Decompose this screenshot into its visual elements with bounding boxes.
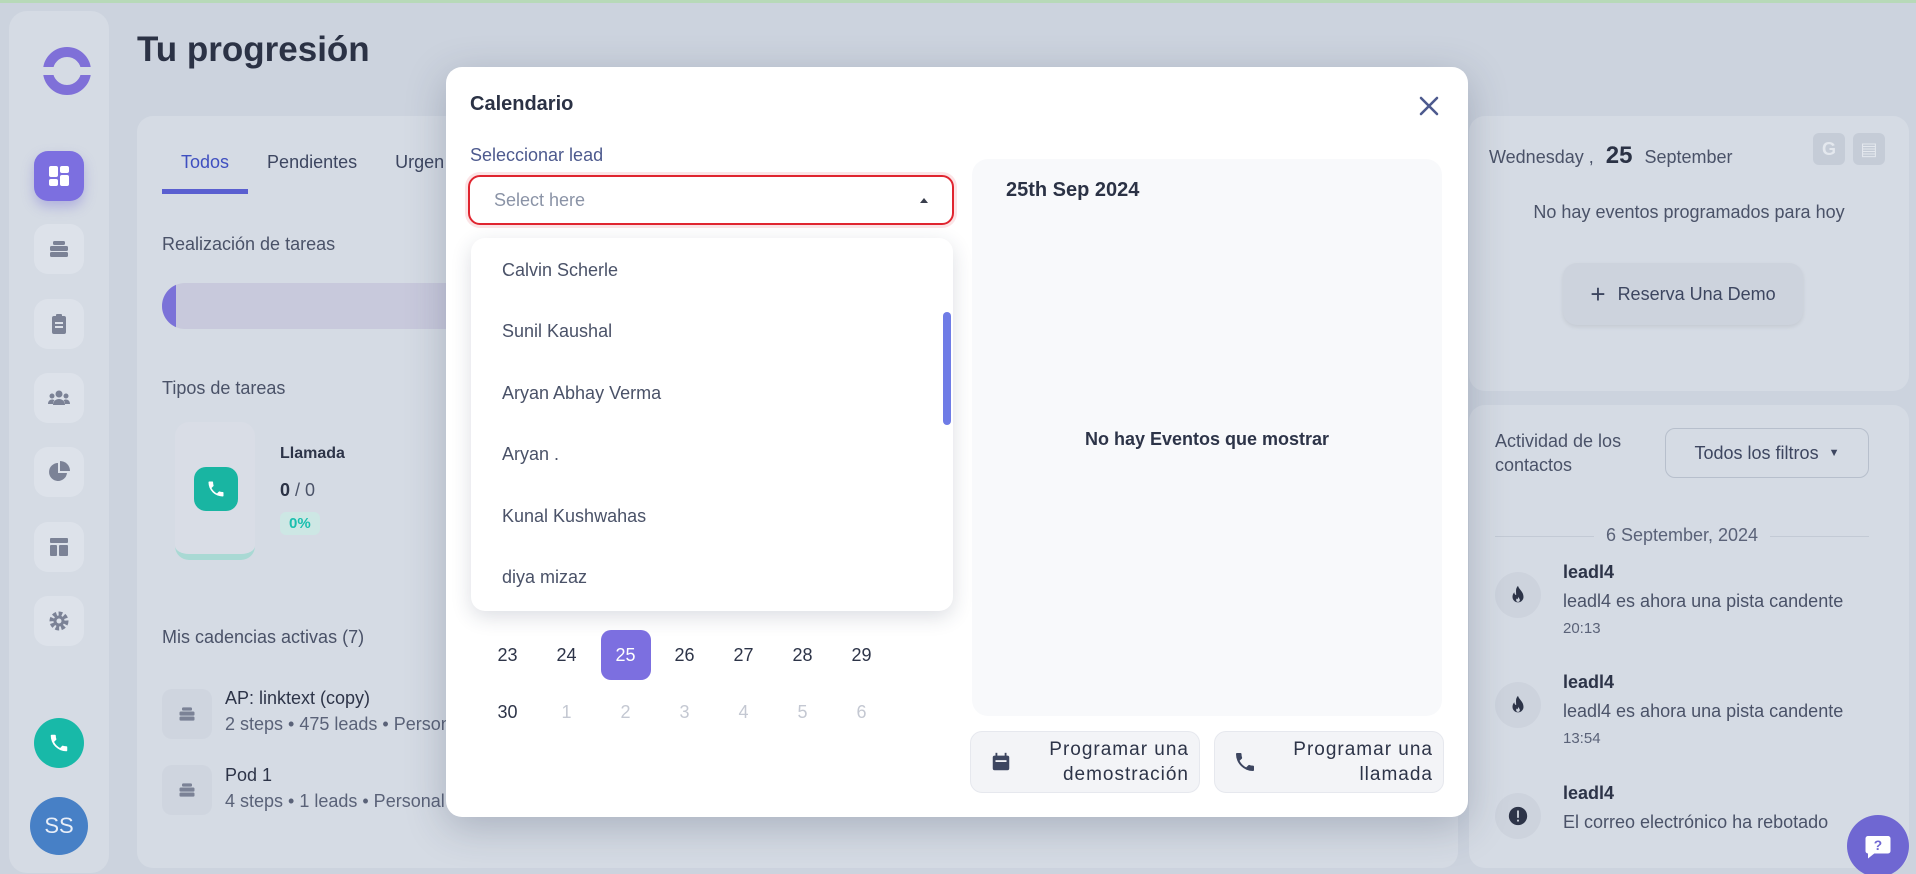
activity-contact: leadl4 bbox=[1563, 783, 1615, 803]
app-logo[interactable] bbox=[41, 47, 93, 95]
phone-icon bbox=[194, 467, 238, 511]
calendar-day[interactable]: 26 bbox=[655, 630, 714, 680]
day-events-panel: 25th Sep 2024 No hay Eventos que mostrar bbox=[972, 159, 1442, 716]
cadence-name[interactable]: AP: linktext (copy) bbox=[225, 688, 370, 709]
lead-option[interactable]: diya mizaz bbox=[502, 567, 587, 588]
cadence-name[interactable]: Pod 1 bbox=[225, 765, 272, 786]
lead-select-placeholder: Select here bbox=[494, 189, 586, 210]
phone-call-button[interactable] bbox=[34, 718, 84, 768]
no-events-text: No hay Eventos que mostrar bbox=[1084, 429, 1330, 449]
lead-select-label: Seleccionar lead bbox=[470, 145, 604, 165]
activity-title: Actividad de los contactos bbox=[1495, 431, 1622, 475]
activity-contact: leadl4 bbox=[1563, 562, 1615, 582]
calendar-day[interactable]: 24 bbox=[537, 630, 596, 680]
calendar-day-outside[interactable]: 1 bbox=[537, 687, 596, 737]
sidebar: SS bbox=[9, 11, 109, 873]
avatar[interactable]: SS bbox=[30, 797, 88, 855]
caret-up-icon bbox=[920, 198, 928, 203]
calendar-day-outside[interactable]: 3 bbox=[655, 687, 714, 737]
calendar-day[interactable]: 27 bbox=[714, 630, 773, 680]
lead-option[interactable]: Aryan . bbox=[502, 444, 559, 465]
calendar-day[interactable]: 28 bbox=[773, 630, 832, 680]
top-border bbox=[0, 0, 1916, 3]
task-tabs: Todos Pendientes Urgen bbox=[162, 152, 463, 194]
schedule-demo-button[interactable]: Programar una demostración bbox=[970, 731, 1200, 793]
dropdown-scrollbar[interactable] bbox=[943, 312, 951, 425]
date-separator: 6 September, 2024 bbox=[1495, 525, 1869, 546]
lead-option[interactable]: Sunil Kaushal bbox=[502, 321, 612, 342]
filters-label: Todos los filtros bbox=[1694, 442, 1819, 463]
lead-option[interactable]: Aryan Abhay Verma bbox=[502, 383, 661, 404]
calendar-day-outside[interactable]: 4 bbox=[714, 687, 773, 737]
today-events-panel: Wednesday , 25 September G ▤ No hay evento… bbox=[1469, 116, 1909, 391]
calendar-day[interactable]: 23 bbox=[478, 630, 537, 680]
calendar-week: 23 24 25 26 27 28 29 bbox=[478, 630, 891, 680]
calendar-modal: Calendario Seleccionar lead Select here … bbox=[446, 67, 1468, 817]
activity-time: 13:54 bbox=[1563, 730, 1601, 747]
tab-pendientes[interactable]: Pendientes bbox=[248, 152, 376, 194]
plus-icon: + bbox=[1590, 279, 1606, 309]
events-date: 25th Sep 2024 bbox=[1006, 179, 1140, 201]
phone-icon bbox=[1215, 750, 1275, 774]
calendar-week: 30 1 2 3 4 5 6 bbox=[478, 687, 891, 737]
calendar-icon bbox=[971, 751, 1031, 773]
dashboard-icon[interactable] bbox=[34, 151, 84, 201]
activity-text: leadl4 es ahora una pista candente bbox=[1563, 701, 1844, 721]
calendar-day-outside[interactable]: 2 bbox=[596, 687, 655, 737]
schedule-call-button[interactable]: Programar una llamada bbox=[1214, 731, 1444, 793]
lead-option[interactable]: Calvin Scherle bbox=[502, 260, 618, 281]
calendar-day-selected[interactable]: 25 bbox=[600, 630, 651, 680]
caret-down-icon: ▼ bbox=[1828, 447, 1840, 459]
templates-icon[interactable] bbox=[34, 522, 84, 572]
cadence-icon bbox=[162, 765, 212, 815]
book-demo-button[interactable]: + Reserva Una Demo bbox=[1563, 263, 1803, 325]
cadence-meta: 2 steps • 475 leads • Person bbox=[225, 714, 451, 734]
calendar-day-outside[interactable]: 6 bbox=[832, 687, 891, 737]
help-chat-button[interactable]: ? bbox=[1847, 815, 1909, 874]
svg-text:?: ? bbox=[1874, 838, 1882, 853]
close-icon[interactable] bbox=[1414, 91, 1444, 121]
activity-text: leadl4 es ahora una pista candente bbox=[1563, 591, 1844, 611]
calendar-day-outside[interactable]: 5 bbox=[773, 687, 832, 737]
no-events-text: No hay eventos programados para hoy bbox=[1533, 202, 1845, 222]
clipboard-icon[interactable] bbox=[34, 299, 84, 349]
contact-activity-panel: Actividad de los contactos Todos los fil… bbox=[1469, 405, 1909, 868]
clipboard-icon[interactable]: ▤ bbox=[1853, 133, 1885, 165]
lead-option[interactable]: Kunal Kushwahas bbox=[502, 506, 646, 527]
filters-dropdown[interactable]: Todos los filtros ▼ bbox=[1665, 428, 1869, 478]
modal-title: Calendario bbox=[470, 93, 574, 115]
lead-dropdown-list: Calvin Scherle Sunil Kaushal Aryan Abhay… bbox=[471, 238, 953, 611]
page-title: Tu progresión bbox=[137, 30, 370, 69]
cadence-meta: 4 steps • 1 leads • Personal bbox=[225, 791, 445, 811]
cadences-label: Mis cadencias activas (7) bbox=[162, 627, 365, 647]
google-icon[interactable]: G bbox=[1813, 133, 1845, 165]
calendar-day[interactable]: 29 bbox=[832, 630, 891, 680]
call-task-card[interactable] bbox=[175, 422, 255, 560]
activity-text: El correo electrónico ha rebotado bbox=[1563, 812, 1829, 832]
pie-chart-icon[interactable] bbox=[34, 447, 84, 497]
contacts-icon[interactable] bbox=[34, 373, 84, 423]
schedule-call-label: Programar una llamada bbox=[1293, 739, 1433, 785]
fire-icon bbox=[1495, 682, 1541, 728]
task-types-label: Tipos de tareas bbox=[162, 378, 286, 398]
today-date: Wednesday , 25 September bbox=[1489, 142, 1733, 169]
cadences-icon[interactable] bbox=[34, 224, 84, 274]
fire-icon bbox=[1495, 572, 1541, 618]
task-completion-label: Realización de tareas bbox=[162, 234, 336, 254]
help-icon: ? bbox=[1865, 836, 1891, 859]
gear-icon[interactable] bbox=[34, 596, 84, 646]
calendar-sync-icons: G ▤ bbox=[1813, 133, 1885, 165]
activity-time: 20:13 bbox=[1563, 620, 1601, 637]
activity-contact: leadl4 bbox=[1563, 672, 1615, 692]
schedule-demo-label: Programar una demostración bbox=[1049, 739, 1189, 785]
task-type-count: 0 / 0 bbox=[280, 480, 316, 500]
task-type-title: Llamada bbox=[280, 445, 345, 462]
cadence-icon bbox=[162, 689, 212, 739]
calendar-day[interactable]: 30 bbox=[478, 687, 537, 737]
task-type-percent: 0% bbox=[280, 512, 320, 535]
book-demo-label: Reserva Una Demo bbox=[1617, 283, 1776, 304]
tab-todos[interactable]: Todos bbox=[162, 152, 249, 194]
lead-select[interactable]: Select here bbox=[468, 175, 954, 225]
alert-icon bbox=[1495, 793, 1541, 839]
